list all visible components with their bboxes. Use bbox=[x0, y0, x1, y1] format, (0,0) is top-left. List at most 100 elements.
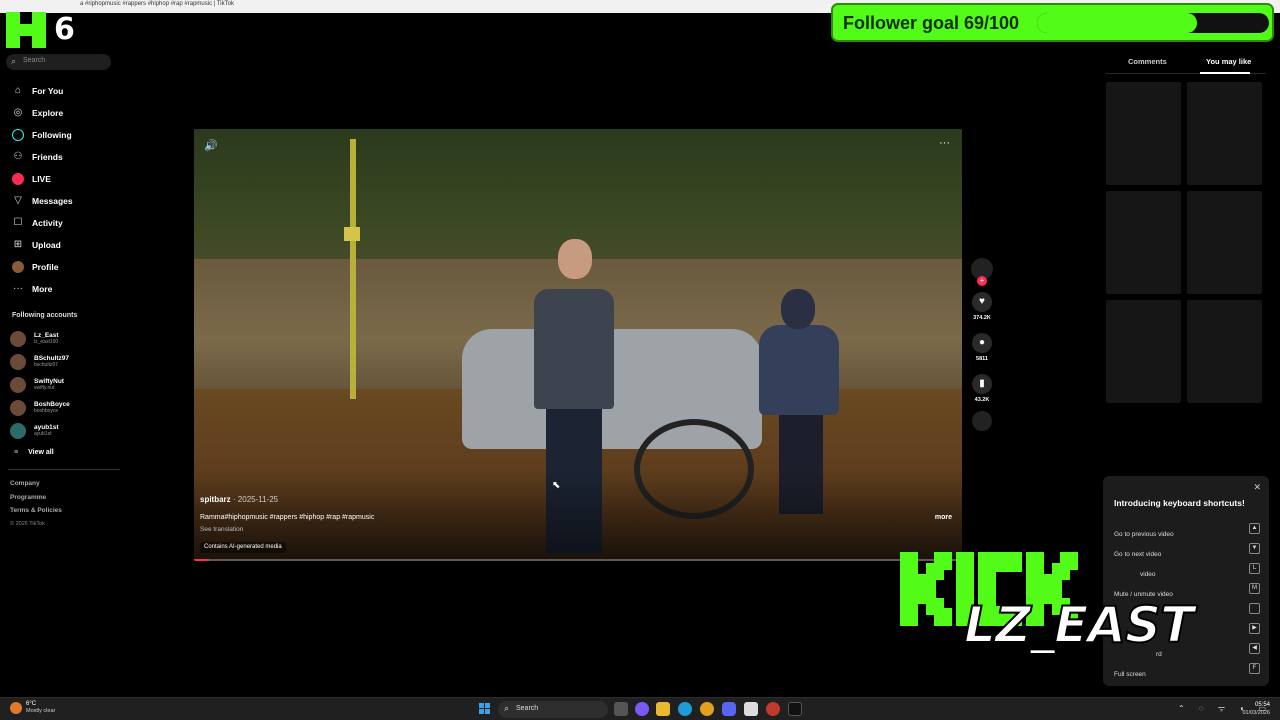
follow-plus-icon[interactable]: + bbox=[977, 276, 987, 286]
sidebar-item-for-you[interactable]: ⌂ For You bbox=[0, 80, 120, 102]
weather-temp: 6°C bbox=[26, 701, 37, 707]
browser-tab-title[interactable]: a #riphopmusic #rappers #hiphop #rap #ra… bbox=[80, 1, 234, 7]
video-author[interactable]: spitbarz · 2025-11-25 bbox=[200, 495, 278, 504]
weather-desc: Mostly clear bbox=[26, 708, 56, 714]
discord-icon[interactable] bbox=[722, 702, 736, 716]
video-frame-sign bbox=[344, 227, 360, 241]
sound-disc-icon[interactable] bbox=[972, 411, 992, 431]
search-placeholder: Search bbox=[23, 57, 46, 64]
sidebar-item-upload[interactable]: ⊞ Upload bbox=[0, 234, 120, 256]
friends-icon: ⚇ bbox=[13, 151, 23, 162]
streamer-name-watermark: LZ_EAST bbox=[963, 595, 1195, 655]
sidebar-item-activity[interactable]: ☐ Activity bbox=[0, 212, 120, 234]
creator-avatar[interactable]: + bbox=[971, 258, 993, 286]
file-explorer-icon[interactable] bbox=[656, 702, 670, 716]
more-options-icon[interactable]: ··· bbox=[939, 137, 950, 149]
ai-generated-label: Contains AI-generated media bbox=[200, 542, 286, 553]
tab-you-may-like[interactable]: You may like bbox=[1206, 57, 1251, 66]
chrome-icon[interactable] bbox=[700, 702, 714, 716]
weather-widget[interactable]: 6°C Mostly clear bbox=[10, 701, 55, 715]
recommended-thumbnail[interactable] bbox=[1187, 82, 1262, 185]
recommended-thumbnail[interactable] bbox=[1106, 191, 1181, 294]
follower-goal-widget: Follower goal 69/100 bbox=[831, 3, 1274, 42]
account-item[interactable]: Lz_East lz_east100 bbox=[10, 327, 120, 350]
shortcut-key bbox=[1249, 603, 1260, 614]
follower-goal-track bbox=[1037, 13, 1269, 33]
shortcut-row: Go to next video ▼ bbox=[1114, 543, 1260, 558]
footer-link-company[interactable]: Company bbox=[10, 480, 62, 494]
video-progress-fill bbox=[194, 559, 210, 561]
tiktok-icon[interactable] bbox=[788, 702, 802, 716]
account-item[interactable]: ayub1st ayub1st bbox=[10, 419, 120, 442]
account-handle: swifty.nut bbox=[34, 384, 55, 391]
account-name: SwiftyNut bbox=[34, 377, 64, 385]
sidebar-item-label: Activity bbox=[32, 218, 63, 228]
sidebar-item-more[interactable]: ··· More bbox=[0, 278, 120, 300]
sidebar-item-label: Profile bbox=[32, 262, 59, 272]
see-translation-link[interactable]: See translation bbox=[200, 526, 243, 533]
sidebar-item-friends[interactable]: ⚇ Friends bbox=[0, 146, 120, 168]
account-item[interactable]: BoshBoyce boshboyce bbox=[10, 396, 120, 419]
shortcuts-title: Introducing keyboard shortcuts! bbox=[1114, 498, 1245, 508]
account-item[interactable]: SwiftyNut swifty.nut bbox=[10, 373, 120, 396]
save-button[interactable]: ▮ bbox=[972, 374, 992, 394]
app-icon[interactable] bbox=[766, 702, 780, 716]
clock-time: 05:54 bbox=[1254, 702, 1270, 708]
sidebar-item-label: Explore bbox=[32, 108, 64, 118]
footer-link-terms[interactable]: Terms & Policies bbox=[10, 507, 62, 521]
compass-icon: ◎ bbox=[13, 107, 23, 118]
search-input[interactable]: ⌕ Search bbox=[6, 54, 111, 70]
avatar bbox=[10, 422, 26, 439]
comment-icon: ● bbox=[978, 337, 986, 348]
following-accounts-header: Following accounts bbox=[12, 312, 78, 319]
live-icon bbox=[12, 173, 24, 185]
store-icon[interactable] bbox=[744, 702, 758, 716]
video-player[interactable]: 🔊 ··· spitbarz · 2025-11-25 Ramma#hiphop… bbox=[194, 129, 962, 561]
task-view-icon[interactable] bbox=[614, 702, 628, 716]
kick-overlay-number: 6 bbox=[54, 12, 75, 47]
sidebar-item-following[interactable]: Following bbox=[0, 124, 120, 146]
recommended-thumbnail[interactable] bbox=[1106, 300, 1181, 403]
edge-icon[interactable] bbox=[678, 702, 692, 716]
account-name: Lz_East bbox=[34, 331, 59, 339]
footer-link-programme[interactable]: Programme bbox=[10, 494, 62, 508]
shortcut-key: F bbox=[1249, 663, 1260, 674]
recommended-thumbnail[interactable] bbox=[1187, 300, 1262, 403]
recommended-thumbnail[interactable] bbox=[1187, 191, 1262, 294]
volume-icon[interactable]: 🔊 bbox=[204, 139, 218, 152]
kick-overlay-badge: 6 bbox=[6, 12, 76, 50]
sidebar-item-label: Messages bbox=[32, 196, 73, 206]
clock-date: 01/03/2026 bbox=[1242, 710, 1270, 716]
taskbar-clock[interactable]: 05:54 01/03/2026 bbox=[1242, 701, 1270, 717]
video-progress-bar[interactable] bbox=[194, 559, 962, 561]
profile-icon bbox=[12, 261, 24, 273]
comment-count: 5811 bbox=[976, 356, 988, 362]
sidebar-item-profile[interactable]: Profile bbox=[0, 256, 120, 278]
shortcut-label: video bbox=[1140, 571, 1156, 578]
comment-button[interactable]: ● bbox=[972, 333, 992, 353]
sidebar-item-messages[interactable]: ▽ Messages bbox=[0, 190, 120, 212]
active-tab-indicator bbox=[1200, 72, 1250, 74]
tab-comments[interactable]: Comments bbox=[1128, 57, 1167, 66]
view-all-link[interactable]: ≡ View all bbox=[14, 449, 54, 456]
close-icon[interactable]: ✕ bbox=[1253, 482, 1261, 493]
copilot-icon[interactable] bbox=[635, 702, 649, 716]
like-button[interactable]: ♥ bbox=[972, 292, 992, 312]
copyright-text: © 2026 TikTok bbox=[10, 520, 45, 527]
upload-icon: ⊞ bbox=[13, 239, 23, 250]
windows-taskbar: 6°C Mostly clear ⌕ Search ⌃ ◌ ᯤ ◖ ▭ 05:54… bbox=[0, 697, 1280, 720]
account-item[interactable]: BSchultz97 bschultz97 bbox=[10, 350, 120, 373]
account-handle: ayub1st bbox=[34, 430, 52, 437]
sidebar-item-live[interactable]: LIVE bbox=[0, 168, 120, 190]
taskbar-search[interactable]: ⌕ Search bbox=[498, 701, 608, 718]
sidebar-item-explore[interactable]: ◎ Explore bbox=[0, 102, 120, 124]
messages-icon: ▽ bbox=[14, 195, 22, 206]
like-count: 374.2K bbox=[973, 315, 991, 321]
caption-more-button[interactable]: more bbox=[935, 514, 952, 521]
shortcut-row: Go to previous video ▲ bbox=[1114, 523, 1260, 538]
windows-start-icon[interactable] bbox=[479, 703, 491, 715]
recommended-thumbnail[interactable] bbox=[1106, 82, 1181, 185]
sidebar-nav: ⌂ For You ◎ Explore Following ⚇ Friends … bbox=[0, 80, 120, 300]
account-name: BSchultz97 bbox=[34, 354, 70, 362]
sidebar-footer: Company Programme Terms & Policies © 202… bbox=[10, 480, 62, 534]
